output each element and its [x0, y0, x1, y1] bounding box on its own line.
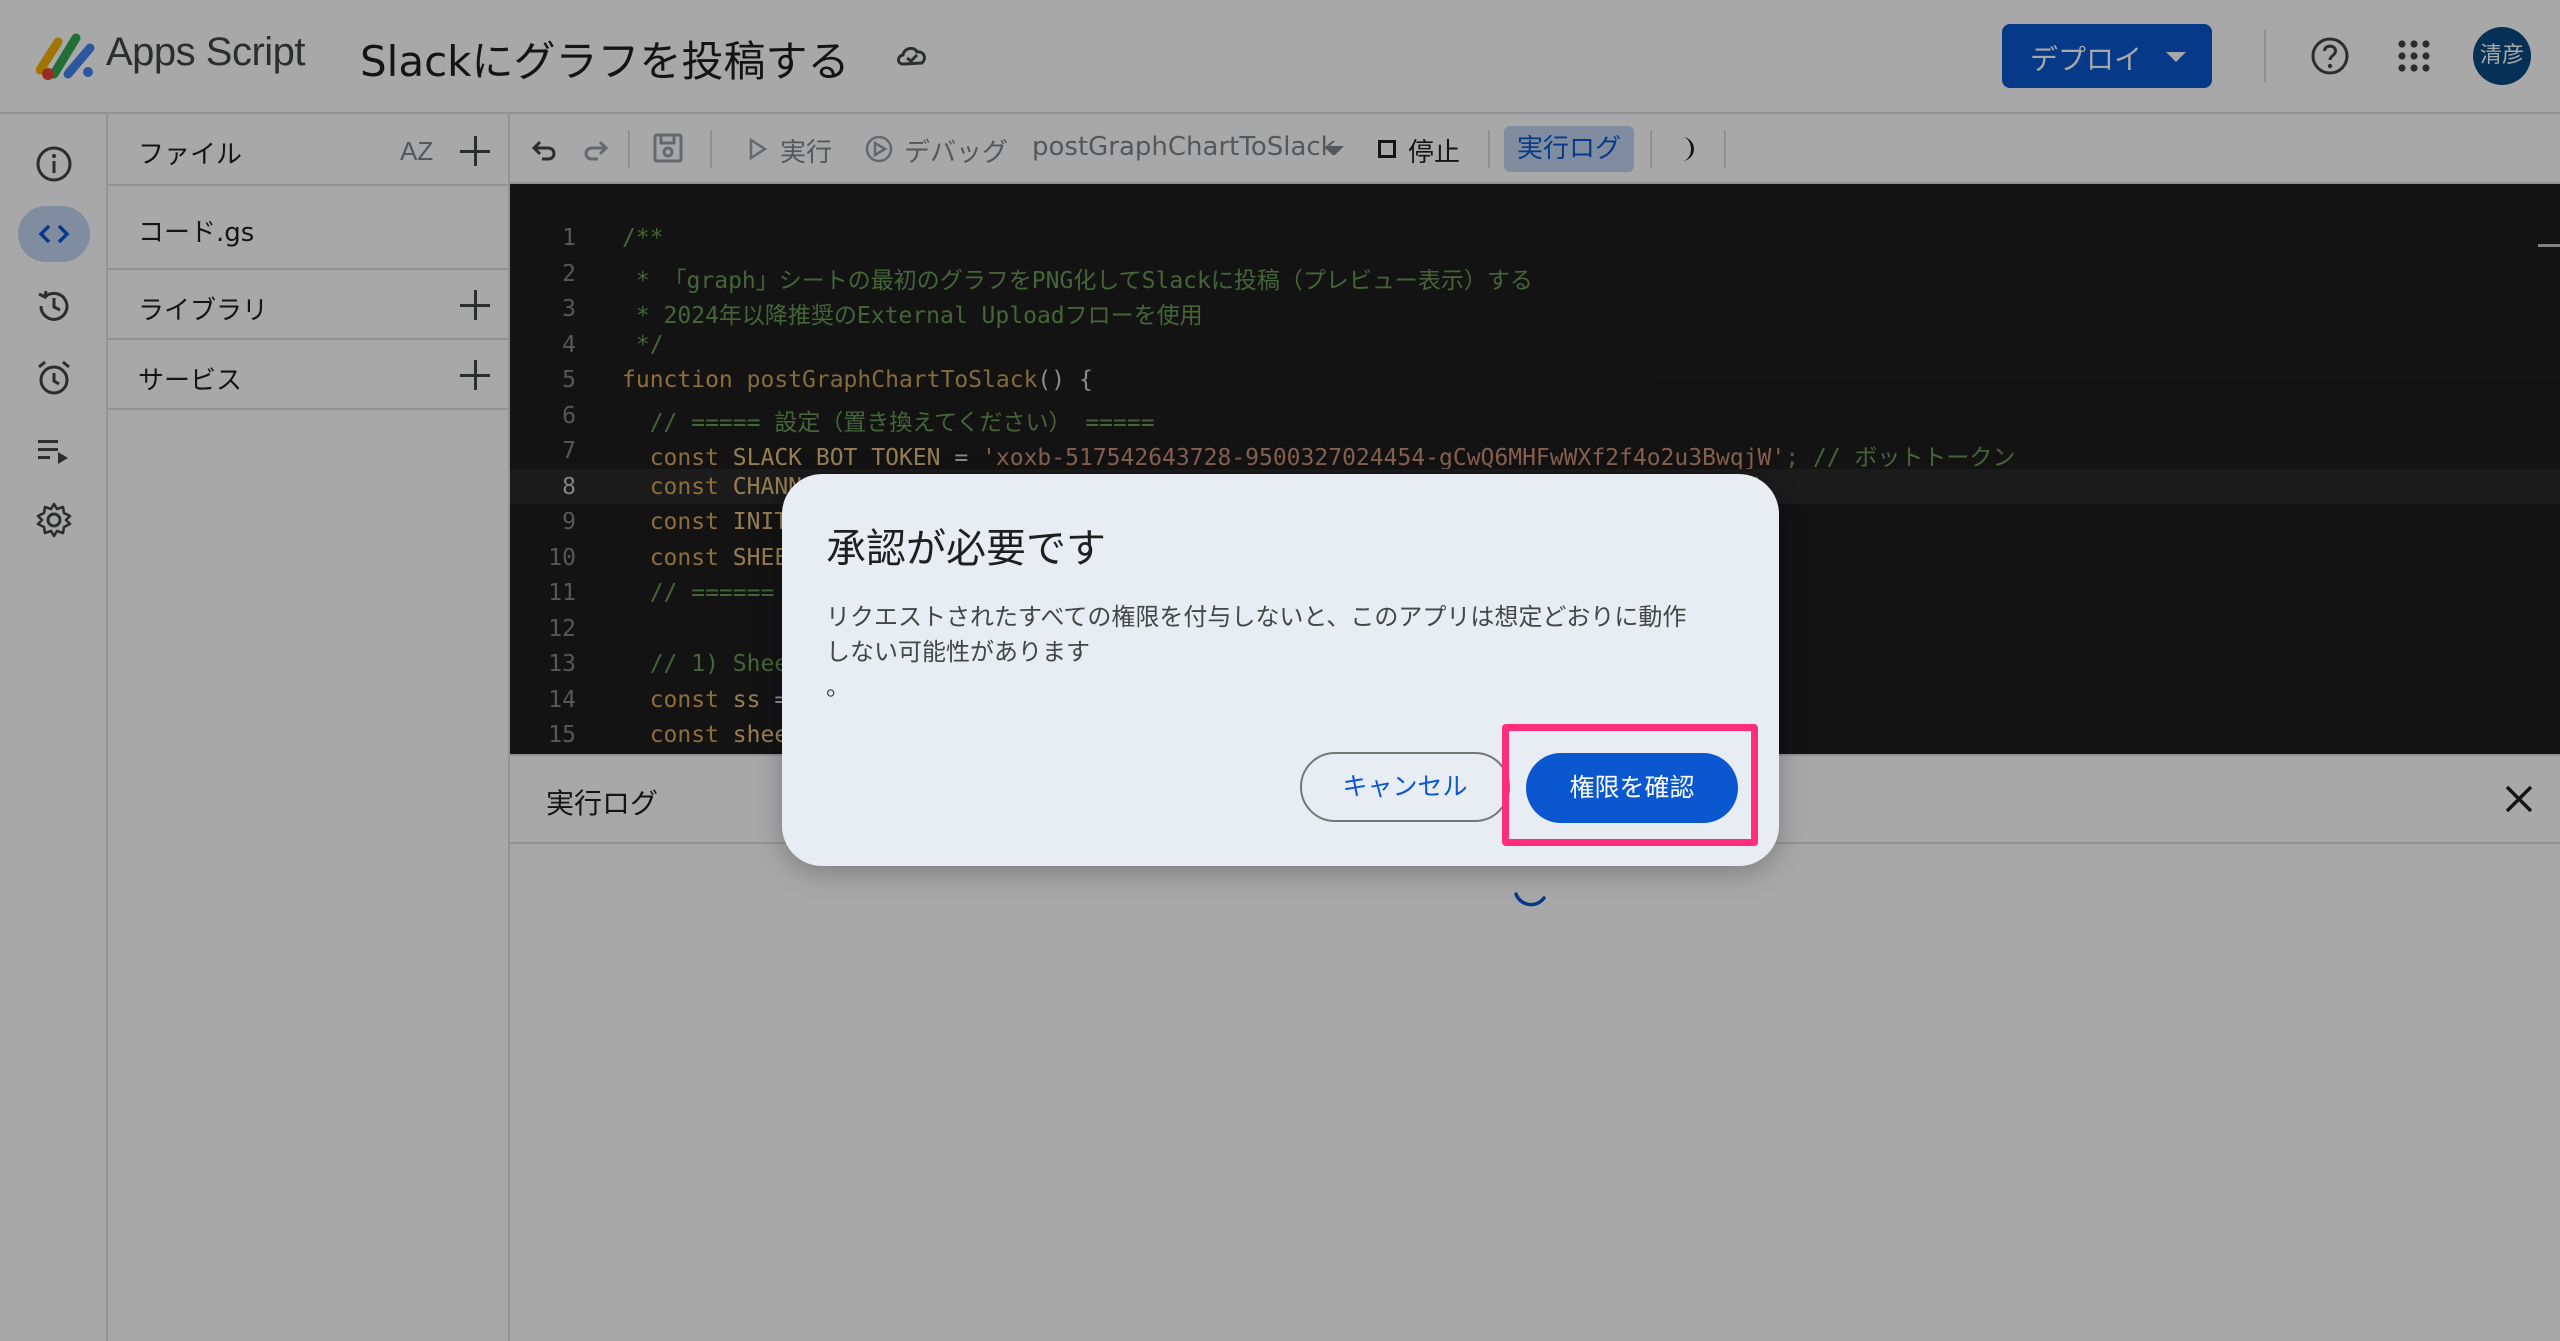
dialog-title: 承認が必要です [826, 526, 1106, 572]
dialog-body-line: リクエストされたすべての権限を付与しないと、このアプリは想定どおりに動作 [826, 603, 1687, 631]
dialog-body: リクエストされたすべての権限を付与しないと、このアプリは想定どおりに動作 しない… [826, 600, 1726, 705]
dialog-body-line: 。 [826, 673, 850, 701]
dialog-body-line: しない可能性があります [826, 638, 1090, 666]
cancel-button[interactable]: キャンセル [1300, 752, 1510, 822]
highlight-annotation-box [1502, 724, 1758, 846]
